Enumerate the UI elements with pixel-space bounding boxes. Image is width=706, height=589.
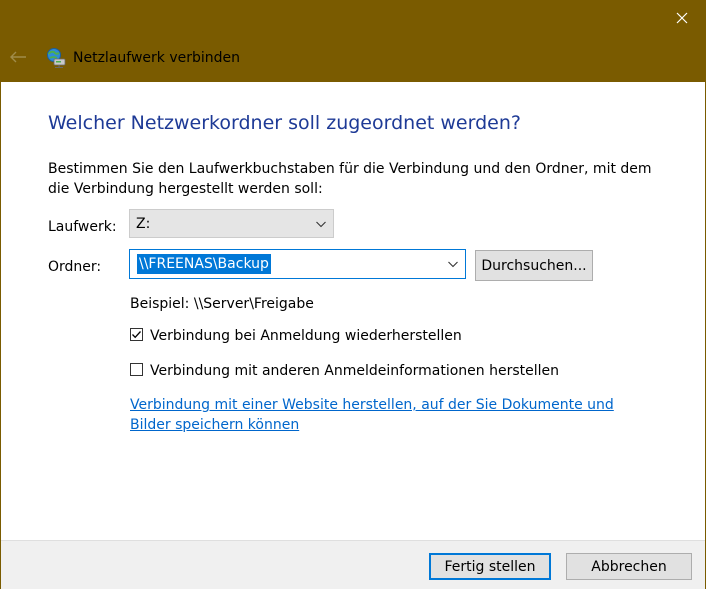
browse-button[interactable]: Durchsuchen... [475, 250, 593, 281]
close-icon [676, 12, 688, 24]
instruction-text: Bestimmen Sie den Laufwerkbuchstaben für… [48, 161, 652, 197]
folder-path-input[interactable]: \\FREENAS\Backup [137, 254, 271, 274]
drive-letter-dropdown[interactable]: Z: [129, 209, 334, 238]
network-drive-icon [47, 48, 66, 68]
reconnect-checkbox-label: Verbindung bei Anmeldung wiederherstelle… [150, 328, 462, 344]
chevron-down-icon[interactable] [447, 258, 459, 270]
checkmark-icon [132, 331, 141, 339]
connect-website-link[interactable]: Verbindung mit einer Website herstellen,… [130, 395, 650, 435]
drive-label: Laufwerk: [48, 219, 117, 235]
map-network-drive-dialog: Netzlaufwerk verbinden Welcher Netzwerko… [0, 0, 706, 589]
different-credentials-checkbox-label: Verbindung mit anderen Anmeldeinformatio… [150, 363, 560, 379]
reconnect-checkbox[interactable] [130, 328, 143, 341]
close-button[interactable] [659, 0, 705, 36]
cancel-button[interactable]: Abbrechen [566, 553, 692, 580]
folder-path-combobox[interactable]: \\FREENAS\Backup [129, 249, 466, 279]
chevron-down-icon [316, 221, 326, 228]
page-heading: Welcher Netzwerkordner soll zugeordnet w… [48, 112, 521, 134]
title-bar: Netzlaufwerk verbinden [1, 0, 705, 82]
back-arrow-icon [10, 51, 26, 63]
drive-letter-value: Z: [136, 216, 151, 232]
finish-button[interactable]: Fertig stellen [429, 553, 551, 580]
window-title: Netzlaufwerk verbinden [73, 50, 241, 66]
back-button[interactable] [7, 47, 29, 67]
different-credentials-checkbox[interactable] [130, 363, 143, 376]
example-text: Beispiel: \\Server\Freigabe [130, 296, 314, 312]
folder-label: Ordner: [48, 259, 102, 275]
